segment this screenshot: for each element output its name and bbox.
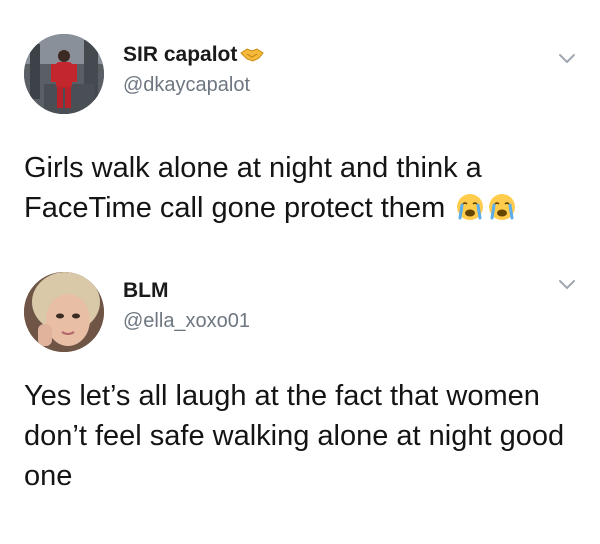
avatar-photo [24,34,104,114]
tweet-text: Yes let’s all laugh at the fact that wom… [24,380,565,492]
chevron-down-icon[interactable] [557,278,577,292]
crying-face-icon [457,194,484,220]
user-handle[interactable]: @ella_xoxo01 [123,310,250,333]
tweet-text-content: Girls walk alone at night and think a Fa… [24,152,482,224]
display-name[interactable]: SIR capalot [123,43,265,67]
handshake-icon [240,48,265,62]
avatar[interactable] [24,34,104,114]
avatar[interactable] [24,272,104,352]
chevron-down-icon[interactable] [557,52,577,66]
display-name[interactable]: BLM [123,279,169,303]
user-handle[interactable]: @dkaycapalot [123,74,250,97]
display-name-text: SIR capalot [123,43,238,66]
avatar-photo [24,272,104,352]
crying-face-icon [489,194,516,220]
tweet-card: BLM @ella_xoxo01 Yes let’s all laugh at … [0,248,600,544]
tweet-card: SIR capalot @dkaycapalot Girls walk alon… [0,0,600,248]
tweet-text: Girls walk alone at night and think a Fa… [24,148,584,228]
